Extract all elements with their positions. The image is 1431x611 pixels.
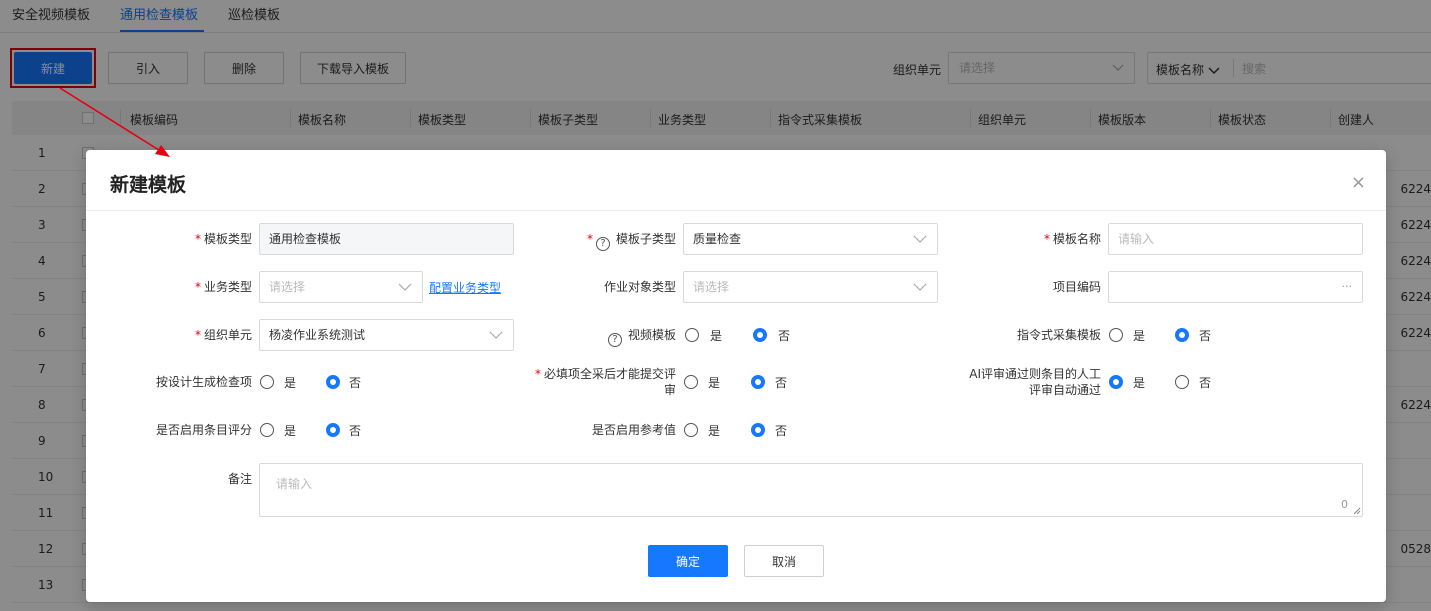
resize-grip-icon[interactable] xyxy=(1353,507,1361,515)
dialog-divider xyxy=(86,210,1386,211)
chevron-down-icon xyxy=(913,235,927,243)
dialog-title: 新建模板 xyxy=(110,174,187,196)
more-icon[interactable]: ··· xyxy=(1342,272,1353,302)
video-template-yes-radio[interactable] xyxy=(685,328,699,342)
work-object-type-select[interactable]: 请选择 xyxy=(683,271,938,303)
radio-label: 否 xyxy=(1199,376,1212,390)
help-icon: ? xyxy=(607,333,622,347)
required-submit-yes-radio[interactable] xyxy=(684,375,698,389)
template-name-input[interactable]: 请输入 xyxy=(1108,223,1363,255)
template-name-label: * 模板名称 xyxy=(1043,232,1101,246)
cmd-template-no-radio[interactable] xyxy=(1175,328,1189,342)
ai-review-no-radio[interactable] xyxy=(1175,375,1189,389)
cmd-template-label: 指令式采集模板 xyxy=(1016,328,1101,342)
cmd-template-yes-radio[interactable] xyxy=(1109,328,1123,342)
radio-label: 是 xyxy=(284,424,297,438)
video-template-label: ? 视频模板 xyxy=(564,327,676,347)
business-type-label: * 业务类型 xyxy=(194,280,252,294)
project-code-label: 项目编码 xyxy=(1052,280,1101,294)
remark-placeholder: 请输入 xyxy=(276,477,313,491)
org-unit-select[interactable]: 杨凌作业系统测试 xyxy=(259,319,514,351)
design-generate-label: 按设计生成检查项 xyxy=(155,375,252,389)
remark-label: 备注 xyxy=(227,472,252,486)
org-unit-label: * 组织单元 xyxy=(194,328,252,342)
cancel-button[interactable]: 取消 xyxy=(744,545,824,577)
business-type-select[interactable]: 请选择 xyxy=(259,271,423,303)
radio-label: 否 xyxy=(349,424,362,438)
radio-label: 是 xyxy=(1133,376,1146,390)
chevron-down-icon xyxy=(398,283,412,291)
confirm-button[interactable]: 确定 xyxy=(648,545,728,577)
item-score-yes-radio[interactable] xyxy=(260,423,274,437)
radio-label: 是 xyxy=(708,424,721,438)
radio-label: 是 xyxy=(284,376,297,390)
char-count: 0 xyxy=(1341,498,1348,511)
help-icon: ? xyxy=(595,237,610,251)
new-template-dialog: 新建模板 × * 模板类型 通用检查模板 *? 模板子类型 质量检查 * 模板名称 请… xyxy=(86,150,1386,602)
template-type-input[interactable]: 通用检查模板 xyxy=(259,223,514,255)
ref-value-no-radio[interactable] xyxy=(751,423,765,437)
ai-review-label: AI评审通过则条目的人工 评审自动通过 xyxy=(969,367,1101,397)
ref-value-yes-radio[interactable] xyxy=(684,423,698,437)
close-icon[interactable]: × xyxy=(1351,172,1366,193)
video-template-no-radio[interactable] xyxy=(753,328,767,342)
radio-label: 否 xyxy=(349,376,362,390)
ref-value-label: 是否启用参考值 xyxy=(591,423,676,437)
template-subtype-label: *? 模板子类型 xyxy=(586,232,676,251)
chevron-down-icon xyxy=(913,283,927,291)
item-score-no-radio[interactable] xyxy=(326,423,340,437)
radio-label: 是 xyxy=(708,376,721,390)
required-submit-no-radio[interactable] xyxy=(751,375,765,389)
radio-label: 是 xyxy=(710,329,723,343)
remark-textarea[interactable]: 请输入 0 xyxy=(259,463,1363,517)
ai-review-yes-radio[interactable] xyxy=(1109,375,1123,389)
design-generate-yes-radio[interactable] xyxy=(260,375,274,389)
radio-label: 否 xyxy=(1199,329,1212,343)
radio-label: 否 xyxy=(775,376,788,390)
work-object-type-label: 作业对象类型 xyxy=(603,280,676,294)
template-type-label: * 模板类型 xyxy=(194,232,252,246)
design-generate-no-radio[interactable] xyxy=(326,375,340,389)
config-business-type-link[interactable]: 配置业务类型 xyxy=(429,279,501,296)
project-code-input[interactable]: ··· xyxy=(1108,271,1363,303)
radio-label: 否 xyxy=(778,329,791,343)
required-submit-label: * 必填项全采后才能提交评审 xyxy=(534,367,676,397)
template-subtype-select[interactable]: 质量检查 xyxy=(683,223,938,255)
chevron-down-icon xyxy=(489,331,503,339)
item-score-label: 是否启用条目评分 xyxy=(155,423,252,437)
radio-label: 是 xyxy=(1133,329,1146,343)
radio-label: 否 xyxy=(775,424,788,438)
